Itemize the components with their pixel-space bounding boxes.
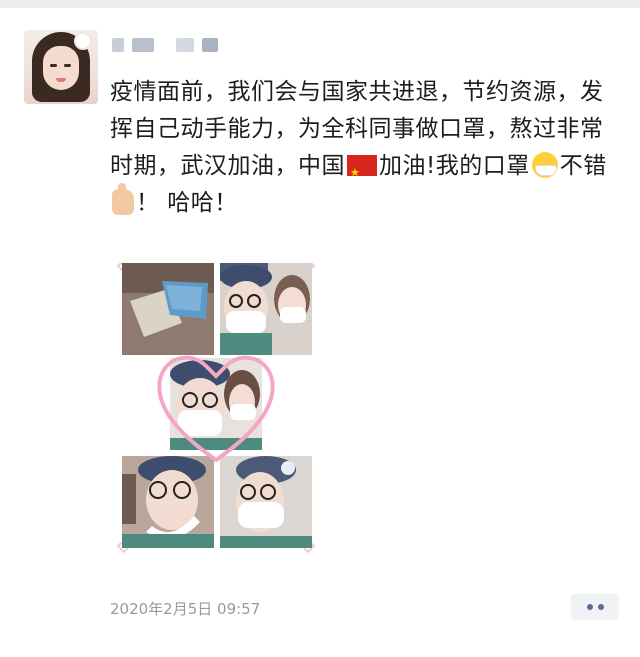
avatar-eye — [50, 64, 57, 67]
post-text-part-2: 加油!我的口罩 — [379, 153, 530, 179]
post-text: 疫情面前，我们会与国家共进退，节约资源，发挥自己动手能力，为全科同事做口罩，熬过… — [110, 74, 620, 222]
avatar[interactable] — [24, 30, 98, 104]
face-with-medical-mask-icon — [531, 152, 558, 178]
avatar-flower — [76, 34, 90, 48]
avatar-eye — [64, 64, 71, 67]
avatar-face — [43, 46, 79, 90]
post-text-part-3: 不错 — [559, 153, 607, 179]
more-dots-icon — [597, 604, 604, 610]
post-timestamp: 2020年2月5日 09:57 — [110, 600, 261, 618]
post-text-part-4: ！ 哈哈！ — [136, 190, 238, 216]
blur-block — [112, 38, 124, 52]
blur-block — [202, 38, 218, 52]
china-flag-icon — [347, 154, 377, 191]
blur-block — [176, 38, 194, 52]
photo-collage[interactable] — [112, 258, 316, 554]
more-dots-icon — [586, 604, 593, 610]
heart-frame-icon — [157, 355, 275, 463]
top-divider — [0, 0, 640, 8]
more-actions-button[interactable] — [571, 594, 619, 620]
blurred-username[interactable] — [112, 34, 218, 56]
blur-block — [132, 38, 154, 52]
thumbs-up-icon — [112, 183, 134, 215]
